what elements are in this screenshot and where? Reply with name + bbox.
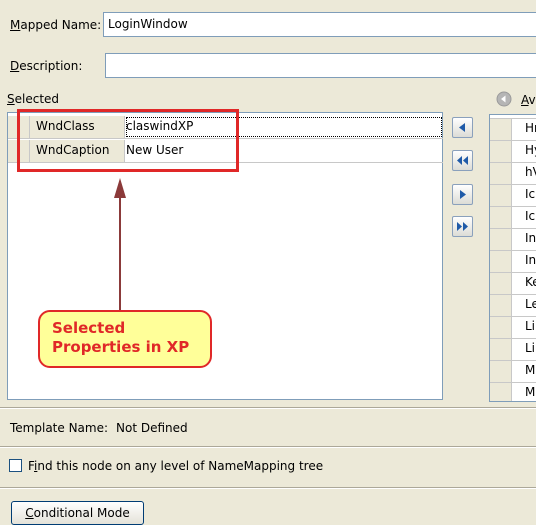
annotation-line-1: Selected: [52, 319, 126, 337]
template-name-value: Not Defined: [116, 421, 188, 435]
move-all-left-button[interactable]: [452, 150, 473, 171]
list-item[interactable]: Hr: [490, 118, 536, 140]
template-name-label: Template Name:: [10, 421, 109, 435]
arrow-right-icon: [460, 190, 466, 199]
list-item[interactable]: Hy: [490, 140, 536, 162]
conditional-mode-button[interactable]: Conditional Mode: [11, 501, 144, 525]
annotation-callout: Selected Properties in XP: [38, 310, 212, 368]
mapped-name-label: Mapped Name:: [10, 18, 102, 32]
move-all-right-button[interactable]: [452, 216, 473, 237]
available-heading: Av: [521, 93, 536, 107]
divider: [0, 408, 536, 409]
list-item[interactable]: Le: [490, 294, 536, 316]
double-arrow-left-icon: [457, 156, 468, 165]
list-item[interactable]: hV: [490, 162, 536, 184]
double-arrow-right-icon: [457, 222, 468, 231]
list-item[interactable]: In: [490, 250, 536, 272]
annotation-arrow: [114, 178, 126, 310]
list-item[interactable]: Ke: [490, 272, 536, 294]
list-item[interactable]: M: [490, 382, 536, 401]
move-right-button[interactable]: [452, 184, 473, 205]
list-item[interactable]: Lin: [490, 316, 536, 338]
highlight-box: [17, 109, 239, 172]
description-input[interactable]: [105, 53, 536, 78]
move-left-button[interactable]: [452, 117, 473, 138]
list-item[interactable]: Ic: [490, 206, 536, 228]
mapped-name-input[interactable]: LoginWindow: [103, 12, 536, 37]
arrow-left-icon: [459, 123, 465, 132]
find-node-label[interactable]: Find this node on any level of NameMappi…: [28, 459, 323, 473]
divider: [0, 488, 536, 489]
list-item[interactable]: M: [490, 360, 536, 382]
available-properties-list[interactable]: Hr Hy hV Ic Ic In In Ke Le Lin Lin M M: [489, 114, 536, 402]
selected-heading: Selected: [7, 92, 60, 106]
annotation-line-2: Properties in XP: [52, 338, 190, 356]
list-item[interactable]: Ic: [490, 184, 536, 206]
arrow-head: [114, 178, 126, 198]
description-label: Description:: [10, 59, 83, 73]
find-node-checkbox[interactable]: [9, 459, 22, 472]
list-item[interactable]: Lin: [490, 338, 536, 360]
back-circle-icon[interactable]: [496, 91, 512, 107]
list-item[interactable]: In: [490, 228, 536, 250]
divider: [0, 447, 536, 448]
